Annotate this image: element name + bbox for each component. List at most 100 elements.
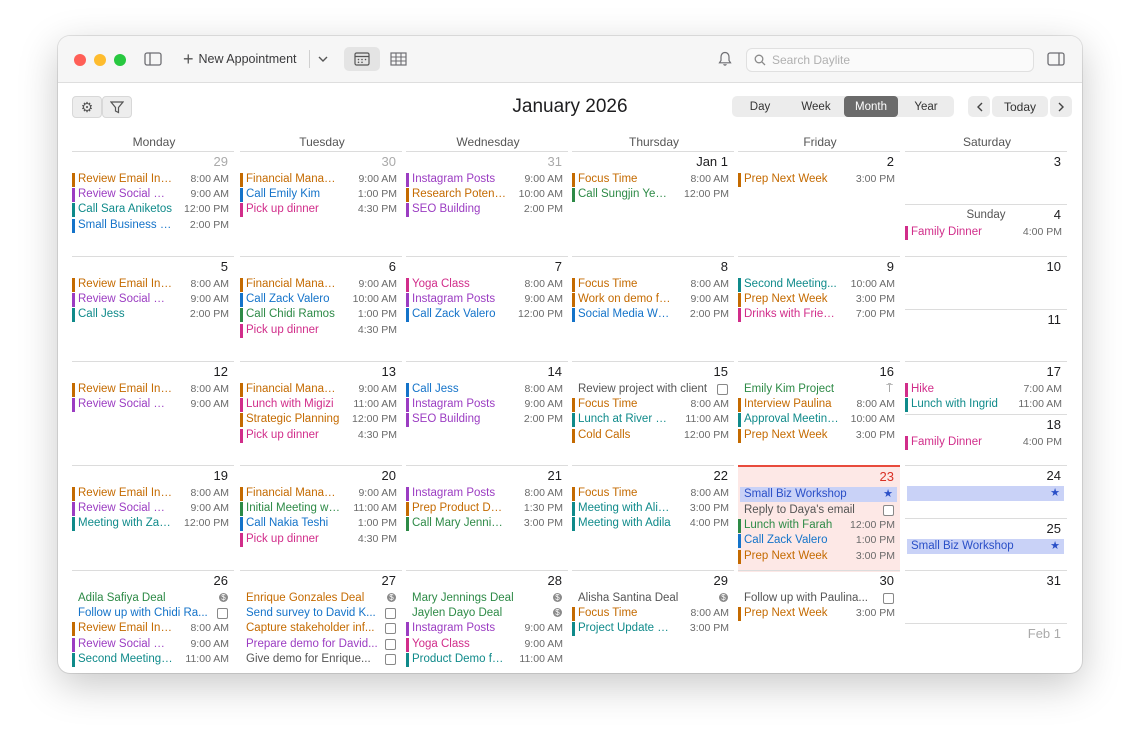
calendar-event[interactable]: Lunch with Ingrid 11:00 AM (905, 397, 1064, 413)
calendar-view-icon[interactable] (344, 47, 380, 71)
today-button[interactable]: Today (992, 96, 1048, 117)
calendar-event[interactable]: Review Email Inbox 8:00 AM (72, 382, 231, 397)
day-cell[interactable]: 12 Review Email Inbox 8:00 AM Review Social… (72, 361, 234, 467)
all-day-event[interactable]: Small Biz Workshop ★ (907, 538, 1064, 554)
calendar-event[interactable]: Lunch with Migizi 11:00 AM (240, 397, 399, 413)
day-cell[interactable]: 29 Alisha Santina Deal $ Focus Time 8:00 AM P… (572, 570, 734, 673)
calendar-event[interactable]: Meeting with Alish... 3:00 PM (572, 501, 731, 517)
day-cell[interactable]: Jan 1 Focus Time 8:00 AM Call Sungjin Yeong… (572, 151, 734, 257)
calendar-event[interactable]: Strategic Planning 12:00 PM (240, 412, 399, 428)
calendar-event[interactable]: Yoga Class 8:00 AM (406, 277, 565, 292)
checkbox-icon[interactable] (385, 653, 396, 665)
day-cell[interactable]: 26 Adila Safiya Deal $ Follow up with Chidi… (72, 570, 234, 673)
calendar-event[interactable]: Call Sara Aniketos 12:00 PM (72, 202, 231, 218)
calendar-event[interactable]: Approval Meeting... 10:00 AM (738, 412, 897, 428)
day-cell[interactable]: 19 Review Email Inbox 8:00 AM Review Social… (72, 465, 234, 571)
day-cell[interactable]: 20 Financial Manage... 9:00 AM Initial Meet… (240, 465, 402, 571)
calendar-event[interactable]: Review project with client (572, 382, 731, 397)
checkbox-icon[interactable] (385, 608, 396, 620)
calendar-event[interactable]: Meeting with Zac... 12:00 PM (72, 516, 231, 532)
day-cell[interactable]: 30 Follow up with Paulina... Prep Next Wee… (738, 570, 900, 673)
calendar-event[interactable]: Prepare demo for David... (240, 637, 399, 652)
calendar-event[interactable]: Call Zack Valero 10:00 AM (240, 292, 399, 308)
calendar-event[interactable]: Instagram Posts 9:00 AM (406, 621, 565, 637)
calendar-event[interactable]: Family Dinner 4:00 PM (905, 225, 1064, 240)
bell-icon[interactable] (716, 50, 734, 68)
calendar-event[interactable]: Hike 7:00 AM (905, 382, 1064, 397)
calendar-event[interactable]: Financial Manage... 9:00 AM (240, 277, 399, 292)
calendar-event[interactable]: Call Emily Kim 1:00 PM (240, 187, 399, 203)
calendar-event[interactable]: Call Sungjin Yeong 12:00 PM (572, 187, 731, 203)
calendar-event[interactable]: Financial Manage... 9:00 AM (240, 382, 399, 397)
calendar-event[interactable]: Mary Jennings Deal $ (406, 591, 565, 606)
calendar-event[interactable]: Emily Kim Project ⍑ (738, 382, 897, 397)
checkbox-icon[interactable] (385, 623, 396, 635)
day-cell[interactable]: 7 Yoga Class 8:00 AM Instagram Posts 9:00 AM… (406, 256, 568, 362)
calendar-event[interactable]: Alisha Santina Deal $ (572, 591, 731, 606)
calendar-event[interactable]: Product Demo for... 11:00 AM (406, 652, 565, 667)
calendar-event[interactable]: Review Email Inbox 8:00 AM (72, 486, 231, 501)
day-cell[interactable]: 21 Instagram Posts 8:00 AM Prep Product Dem… (406, 465, 568, 571)
day-cell-sunday[interactable]: 18 Family Dinner 4:00 PM (905, 413, 1067, 468)
new-appointment-button[interactable]: + New Appointment (183, 50, 297, 68)
day-cell[interactable]: 23 Small Biz Workshop ★ Reply to Daya's ema… (738, 465, 900, 572)
calendar-event[interactable]: Review Social Media 9:00 AM (72, 292, 231, 308)
day-cell-sunday[interactable]: 25 Small Biz Workshop ★ (905, 517, 1067, 572)
all-day-event[interactable]: Small Biz Workshop ★ (740, 487, 897, 502)
search-field[interactable] (746, 48, 1034, 72)
view-month-button[interactable]: Month (844, 96, 898, 117)
day-cell-sunday[interactable]: Sunday 4 Family Dinner 4:00 PM (905, 203, 1067, 258)
calendar-event[interactable]: Instagram Posts 9:00 AM (406, 172, 565, 187)
checkbox-icon[interactable] (217, 608, 228, 620)
calendar-event[interactable]: Prep Next Week 3:00 PM (738, 606, 897, 622)
calendar-event[interactable]: Financial Manage... 9:00 AM (240, 486, 399, 501)
calendar-event[interactable]: SEO Building 2:00 PM (406, 202, 565, 218)
calendar-event[interactable]: Review Social Media 9:00 AM (72, 501, 231, 517)
calendar-event[interactable]: Enrique Gonzales Deal $ (240, 591, 399, 606)
day-cell[interactable]: 28 Mary Jennings Deal $ Jaylen Dayo Deal $ In… (406, 570, 568, 673)
day-cell[interactable]: 31 Instagram Posts 9:00 AM Research Potenti… (406, 151, 568, 257)
calendar-event[interactable]: SEO Building 2:00 PM (406, 412, 565, 428)
grid-view-icon[interactable] (388, 50, 408, 68)
calendar-event[interactable]: Research Potenti... 10:00 AM (406, 187, 565, 203)
calendar-event[interactable]: Prep Next Week 3:00 PM (738, 428, 897, 443)
calendar-event[interactable]: Instagram Posts 8:00 AM (406, 486, 565, 501)
calendar-event[interactable]: Call Zack Valero 12:00 PM (406, 307, 565, 323)
calendar-event[interactable]: Second Meeting... 10:00 AM (738, 277, 897, 292)
day-cell[interactable]: 15 Review project with client Focus Time 8:… (572, 361, 734, 467)
search-input[interactable] (772, 53, 1012, 67)
calendar-event[interactable]: Drinks with Friends 7:00 PM (738, 307, 897, 323)
calendar-event[interactable]: Yoga Class 9:00 AM (406, 637, 565, 652)
calendar-event[interactable]: Give demo for Enrique... (240, 652, 399, 667)
calendar-event[interactable]: Focus Time 8:00 AM (572, 172, 731, 187)
day-cell[interactable]: 5 Review Email Inbox 8:00 AM Review Social … (72, 256, 234, 362)
checkbox-icon[interactable] (717, 384, 728, 395)
checkbox-icon[interactable] (883, 593, 894, 604)
calendar-event[interactable]: Pick up dinner 4:30 PM (240, 202, 399, 218)
close-window-button[interactable] (74, 54, 86, 66)
zoom-window-button[interactable] (114, 54, 126, 66)
calendar-event[interactable]: Cold Calls 12:00 PM (572, 428, 731, 443)
day-cell-sunday[interactable]: 11 (905, 308, 1067, 363)
next-month-button[interactable] (1050, 96, 1072, 117)
calendar-event[interactable]: Family Dinner 4:00 PM (905, 435, 1064, 450)
day-cell[interactable]: 24 ★ (905, 465, 1067, 519)
day-cell[interactable]: 29 Review Email Inbox 8:00 AM Review Social… (72, 151, 234, 257)
checkbox-icon[interactable] (883, 505, 894, 516)
day-cell[interactable]: 9 Second Meeting... 10:00 AM Prep Next Week… (738, 256, 900, 362)
day-cell[interactable]: 27 Enrique Gonzales Deal $ Send survey to D… (240, 570, 402, 673)
day-cell[interactable]: 10 (905, 256, 1067, 310)
calendar-event[interactable]: Prep Product Demo 1:30 PM (406, 501, 565, 517)
calendar-event[interactable]: Interview Paulina 8:00 AM (738, 397, 897, 413)
calendar-event[interactable]: Review Email Inbox 8:00 AM (72, 277, 231, 292)
calendar-event[interactable]: Pick up dinner 4:30 PM (240, 428, 399, 443)
view-year-button[interactable]: Year (898, 96, 954, 117)
calendar-event[interactable]: Instagram Posts 9:00 AM (406, 397, 565, 413)
day-cell[interactable]: 3 (905, 151, 1067, 205)
day-cell[interactable]: 31 (905, 570, 1067, 624)
calendar-event[interactable]: Follow up with Chidi Ra... (72, 606, 231, 621)
day-cell[interactable]: 6 Financial Manage... 9:00 AM Call Zack Val… (240, 256, 402, 362)
calendar-event[interactable]: Social Media Work... 2:00 PM (572, 307, 731, 323)
calendar-event[interactable]: Review Social Media 9:00 AM (72, 187, 231, 203)
calendar-event[interactable]: Second Meeting w... 11:00 AM (72, 652, 231, 667)
